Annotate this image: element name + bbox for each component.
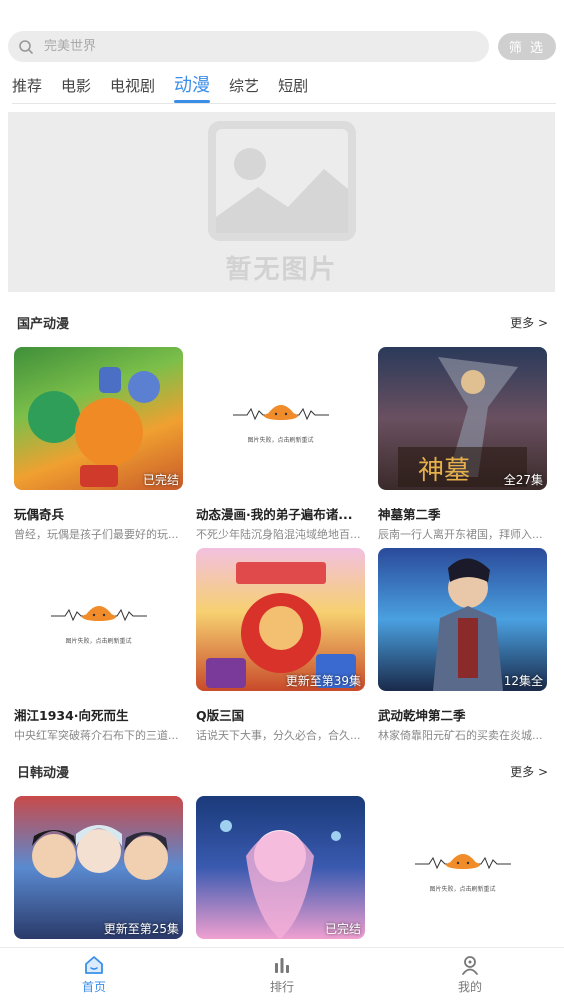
video-card[interactable]: 12集全 武动乾坤第二季 林家倚靠阳元矿石的买卖在炎城... [378, 548, 547, 743]
tab-variety[interactable]: 综艺 [229, 74, 259, 104]
video-thumbnail[interactable]: 已完结 [196, 796, 365, 939]
tab-movie[interactable]: 电影 [61, 74, 91, 104]
nav-profile[interactable]: 我的 [376, 948, 564, 1000]
section-title: 日韩动漫 [17, 765, 70, 781]
video-description: 中央红军突破蒋介石布下的三道... [14, 729, 179, 742]
video-card[interactable]: 图片失败，点击刷新重试 湘江1934·向死而生 中央红军突破蒋介石布下的三道..… [14, 548, 183, 743]
tab-tv-series[interactable]: 电视剧 [110, 74, 155, 104]
video-description: 林家倚靠阳元矿石的买卖在炎城... [378, 729, 543, 742]
video-card[interactable]: 图片失败，点击刷新重试 动态漫画·我的弟子遍布诸... 不死少年陆沉身陷混沌域绝… [196, 347, 365, 542]
bottom-navigation: 首页 排行 我的 [0, 947, 564, 1000]
anime-boys-artwork [32, 825, 168, 880]
image-placeholder-icon [207, 120, 356, 241]
tab-anime[interactable]: 动漫 [174, 74, 211, 104]
video-card[interactable]: 图片失败，点击刷新重试 [378, 796, 547, 939]
tomb-of-god-artwork: 神墓 [398, 357, 527, 487]
search-icon [19, 39, 33, 54]
martial-universe-artwork [433, 558, 503, 691]
status-badge: 已完结 [142, 473, 179, 487]
profile-icon [462, 955, 478, 975]
tab-recommend[interactable]: 推荐 [12, 74, 42, 104]
load-failed-icon [232, 405, 329, 421]
status-badge: 全27集 [503, 473, 543, 487]
more-link[interactable]: 更多 > [510, 314, 548, 331]
video-description: 辰南一行人离开东裙国，拜师入... [378, 528, 543, 541]
search-input[interactable] [44, 39, 344, 54]
svg-text:神墓: 神墓 [418, 456, 470, 486]
home-icon [85, 955, 103, 974]
video-title[interactable]: 玩偶奇兵 [14, 504, 183, 523]
load-failed-text: 图片失败，点击刷新重试 [65, 638, 132, 645]
status-badge: 12集全 [503, 674, 543, 688]
video-thumbnail[interactable]: 更新至第25集 [14, 796, 183, 939]
video-card[interactable]: 已完结 玩偶奇兵 曾经，玩偶是孩子们最要好的玩... [14, 347, 183, 542]
banner-placeholder-text: 暂无图片 [225, 254, 338, 285]
load-failed-text: 图片失败，点击刷新重试 [429, 886, 496, 893]
video-thumbnail-broken[interactable]: 图片失败，点击刷新重试 [14, 548, 183, 691]
section-header-japan-korea: 日韩动漫 更多 > [17, 761, 548, 781]
section-title: 国产动漫 [17, 316, 70, 332]
video-card[interactable]: 已完结 [196, 796, 365, 939]
load-failed-icon [414, 854, 511, 870]
nav-home[interactable]: 首页 [0, 948, 188, 1000]
video-title[interactable]: 神墓第二季 [378, 504, 547, 523]
fantasy-girl-artwork [220, 820, 341, 939]
video-card[interactable]: 神墓 全27集 神墓第二季 辰南一行人离开东裙国，拜师入... [378, 347, 547, 542]
video-thumbnail[interactable]: 更新至第39集 [196, 548, 365, 691]
search-row: 筛 选 [8, 31, 556, 62]
video-card[interactable]: 更新至第25集 [14, 796, 183, 939]
video-title[interactable]: 动态漫画·我的弟子遍布诸... [196, 504, 365, 523]
video-thumbnail-broken[interactable]: 图片失败，点击刷新重试 [196, 347, 365, 490]
banner[interactable]: 暂无图片 [8, 112, 555, 292]
search-box[interactable] [8, 31, 489, 62]
video-thumbnail[interactable]: 神墓 全27集 [378, 347, 547, 490]
video-thumbnail[interactable]: 已完结 [14, 347, 183, 490]
toy-soldiers-artwork [28, 367, 160, 487]
video-card[interactable]: 更新至第39集 Q版三国 话说天下大事，分久必合，合久... [196, 548, 365, 743]
q-three-kingdoms-artwork [206, 562, 356, 688]
load-failed-icon [50, 606, 147, 622]
video-thumbnail[interactable]: 12集全 [378, 548, 547, 691]
nav-label: 我的 [457, 979, 482, 994]
filter-button[interactable]: 筛 选 [498, 33, 556, 60]
status-badge: 更新至第25集 [103, 922, 179, 936]
video-title[interactable]: 湘江1934·向死而生 [14, 705, 183, 724]
category-tabs: 推荐 电影 电视剧 动漫 综艺 短剧 [12, 74, 556, 104]
nav-label: 排行 [269, 979, 294, 994]
nav-label: 首页 [81, 979, 106, 994]
section-header-domestic: 国产动漫 更多 > [17, 312, 548, 332]
video-thumbnail-broken[interactable]: 图片失败，点击刷新重试 [378, 796, 547, 939]
rank-icon [275, 957, 289, 973]
video-title[interactable]: Q版三国 [196, 705, 365, 724]
video-description: 不死少年陆沉身陷混沌域绝地百... [196, 528, 361, 541]
load-failed-text: 图片失败，点击刷新重试 [247, 437, 314, 444]
video-title[interactable]: 武动乾坤第二季 [378, 705, 547, 724]
more-link[interactable]: 更多 > [510, 763, 548, 780]
video-description: 话说天下大事，分久必合，合久... [196, 729, 361, 742]
status-badge: 已完结 [324, 922, 361, 936]
nav-ranking[interactable]: 排行 [188, 948, 376, 1000]
video-description: 曾经，玩偶是孩子们最要好的玩... [14, 528, 179, 541]
tab-short-drama[interactable]: 短剧 [278, 74, 308, 104]
status-badge: 更新至第39集 [285, 674, 361, 688]
